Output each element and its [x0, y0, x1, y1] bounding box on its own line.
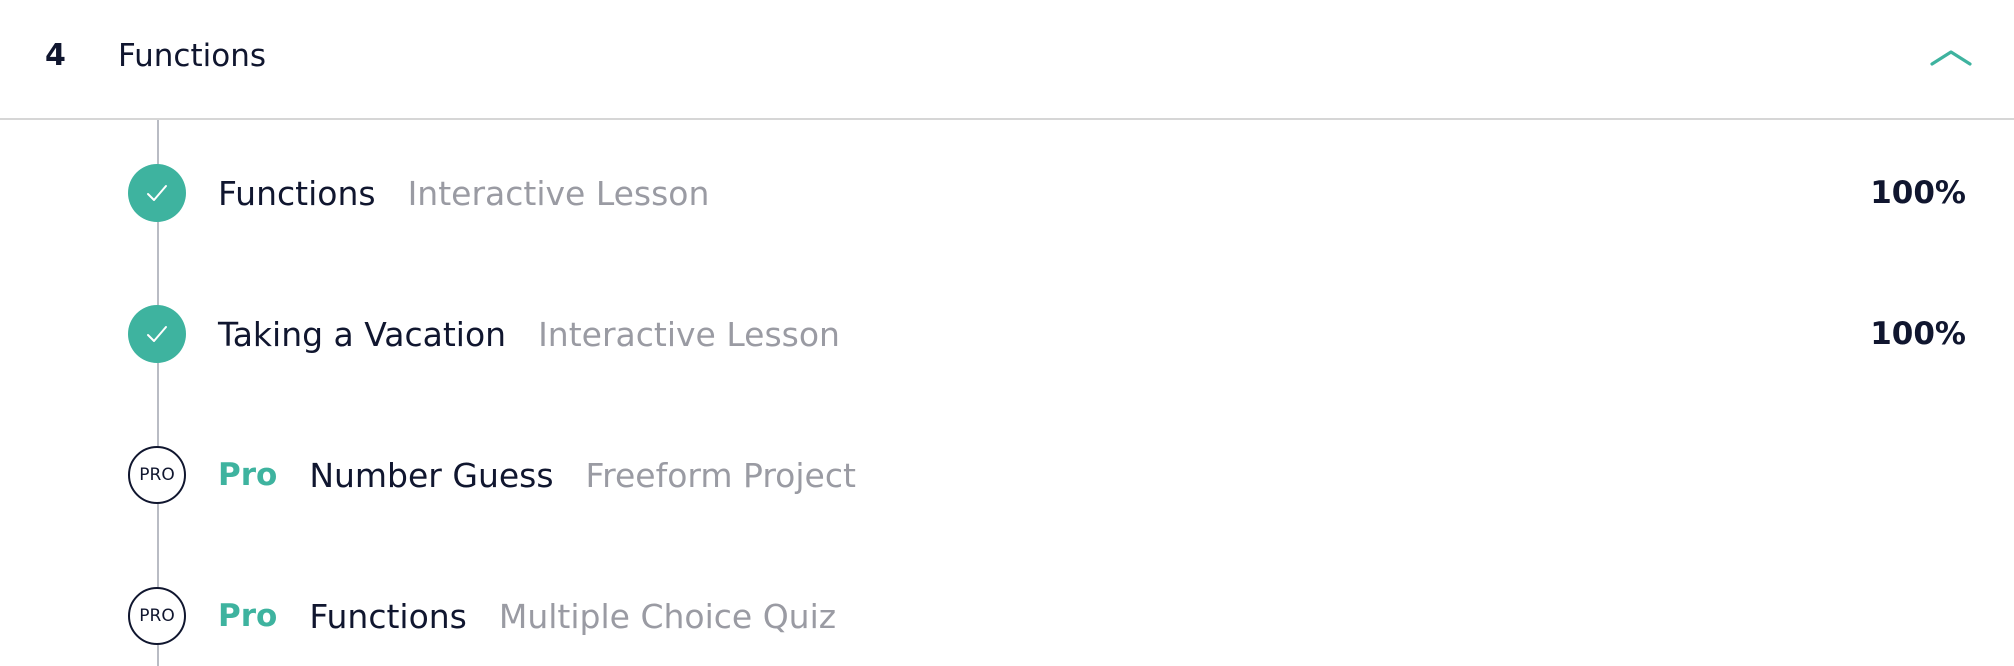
item-type: Multiple Choice Quiz: [498, 596, 837, 636]
item-progress: 100%: [1870, 175, 1966, 211]
item-title: Taking a Vacation: [218, 314, 507, 354]
pro-tag: Pro: [218, 457, 278, 493]
check-icon: [128, 305, 186, 363]
item-type: Interactive Lesson: [538, 314, 840, 354]
item-title: Functions: [218, 173, 376, 213]
lesson-item-functions[interactable]: Functions Interactive Lesson 100%: [0, 152, 2014, 232]
check-icon: [128, 164, 186, 222]
quiz-item-functions[interactable]: PRO Pro Functions Multiple Choice Quiz: [0, 575, 2014, 655]
item-title: Functions: [309, 596, 467, 636]
section-number: 4: [45, 38, 66, 73]
item-progress: 100%: [1870, 316, 1966, 352]
item-text-row: Functions Interactive Lesson: [218, 172, 709, 214]
lesson-item-taking-a-vacation[interactable]: Taking a Vacation Interactive Lesson 100…: [0, 293, 2014, 373]
pro-badge-icon: PRO: [128, 587, 186, 645]
item-type: Freeform Project: [585, 455, 856, 495]
item-type: Interactive Lesson: [407, 173, 710, 213]
project-item-number-guess[interactable]: PRO Pro Number Guess Freeform Project: [0, 434, 2014, 514]
item-title: Number Guess: [309, 455, 554, 495]
pro-tag: Pro: [218, 598, 278, 634]
section-header[interactable]: 4 Functions: [0, 0, 2014, 120]
section-title: Functions: [118, 38, 267, 74]
pro-badge-icon: PRO: [128, 446, 186, 504]
item-text-row: Taking a Vacation Interactive Lesson: [218, 313, 840, 355]
item-text-row: Pro Number Guess Freeform Project: [218, 454, 856, 496]
item-text-row: Pro Functions Multiple Choice Quiz: [218, 595, 836, 637]
chevron-up-icon[interactable]: [1926, 38, 1976, 78]
